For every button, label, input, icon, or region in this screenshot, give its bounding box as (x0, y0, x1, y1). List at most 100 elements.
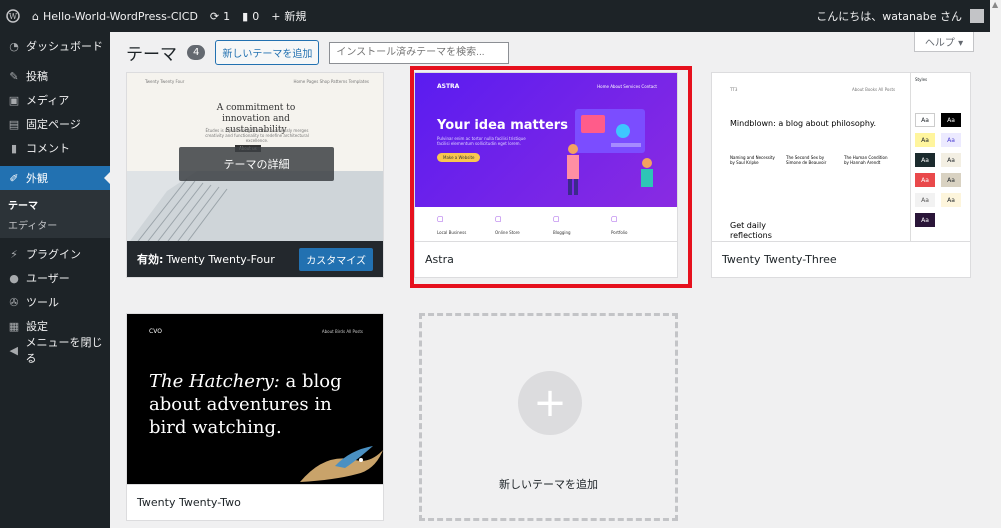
dashboard-icon: ◔ (9, 39, 19, 53)
menu-label: 外観 (26, 172, 48, 185)
comment-icon: ▮ (10, 141, 18, 155)
theme-screenshot: CVO About Birds All Posts The Hatchery: … (127, 314, 383, 486)
site-name-link[interactable]: ⌂ Hello-World-WordPress-CICD (26, 0, 204, 32)
theme-screenshot: TT3 About Books All Posts Mindblown: a b… (712, 73, 970, 245)
collapse-icon: ◀ (9, 343, 18, 357)
preview-nav: Home Pages Shop Patterns Templates (293, 79, 369, 84)
astra-features: ▢ Local Business ▢ Online Store ▢ Bloggi… (415, 207, 677, 245)
plus-icon: + (518, 371, 582, 435)
styles-title: Styles (915, 77, 928, 82)
style-swatch: Aa (915, 213, 935, 227)
comments-count: 0 (252, 9, 260, 23)
preview-nav: Home About Services Contact (597, 84, 657, 89)
brush-icon: ✐ (9, 171, 19, 185)
preview-sub: Études is a pioneering firm that seamles… (205, 128, 309, 143)
menu-label: 固定ページ (26, 118, 81, 131)
menu-label: 設定 (26, 320, 48, 333)
menu-collapse[interactable]: ◀ メニューを閉じる (0, 336, 110, 365)
home-icon: ⌂ (32, 9, 39, 23)
greeting: こんにちは、watanabe さん (816, 10, 962, 23)
preview-nav: About Birds All Posts (321, 329, 363, 334)
svg-text:W: W (9, 12, 18, 21)
menu-tools[interactable]: ✇ ツール (0, 290, 110, 314)
theme-caption: Twenty Twenty-Three (712, 241, 970, 277)
submenu-editor[interactable]: エディター (0, 214, 110, 234)
theme-name: Twenty Twenty-Four (166, 252, 275, 266)
preview-illustration (567, 109, 653, 195)
customize-button[interactable]: カスタマイズ (299, 247, 373, 271)
headline-italic: The Hatchery: (149, 371, 280, 392)
preview-post: The Human Condition by Hannah Arendt (844, 155, 888, 165)
menu-plugins[interactable]: ⚡ プラグイン (0, 242, 110, 266)
style-swatch: Aa (915, 113, 935, 127)
theme-screenshot: Twenty Twenty Four Home Pages Shop Patte… (127, 73, 383, 245)
menu-users[interactable]: ● ユーザー (0, 266, 110, 290)
new-content-link[interactable]: + 新規 (265, 0, 312, 32)
theme-card-twenty-twenty-four[interactable]: Twenty Twenty Four Home Pages Shop Patte… (126, 72, 384, 278)
admin-sidebar: ◔ ダッシュボード ✎ 投稿 ▣ メディア ▤ 固定ページ ▮ コメント ✐ 外観 テーマ … (0, 32, 110, 528)
theme-caption: 有効: Twenty Twenty-Four カスタマイズ (127, 241, 383, 277)
menu-comments[interactable]: ▮ コメント (0, 136, 110, 160)
theme-card-astra[interactable]: ASTRA Home About Services Contact Your i… (414, 72, 678, 278)
menu-label: メディア (26, 94, 70, 107)
refresh-icon: ⟳ (209, 9, 220, 23)
new-label: 新規 (284, 10, 307, 23)
page-icon: ▤ (8, 117, 20, 131)
menu-appearance[interactable]: ✐ 外観 (0, 166, 110, 190)
comments-link[interactable]: ▮ 0 (236, 0, 265, 32)
preview-footer: Get daily reflections (730, 221, 772, 240)
menu-label: ツール (26, 296, 59, 309)
scrollbar[interactable]: ▲ (990, 0, 1001, 528)
styles-panel: Styles Aa Aa Aa Aa Aa Aa Aa Aa Aa Aa Aa (910, 73, 970, 245)
style-swatch: Aa (941, 113, 961, 127)
preview-headline: Mindblown: a blog about philosophy. (730, 119, 877, 128)
updates-count: 1 (223, 9, 231, 23)
preview-brand: Twenty Twenty Four (145, 79, 185, 84)
page-title: テーマ (126, 45, 177, 65)
settings-icon: ▦ (8, 319, 20, 333)
account-menu[interactable]: こんにちは、watanabe さん (810, 0, 990, 32)
wordpress-icon: W (6, 9, 20, 23)
add-new-theme-card[interactable]: + 新しいテーマを追加 (419, 313, 678, 521)
menu-pages[interactable]: ▤ 固定ページ (0, 112, 110, 136)
avatar (970, 9, 984, 23)
add-new-theme-label: 新しいテーマを追加 (499, 478, 598, 491)
updates-link[interactable]: ⟳ 1 (204, 0, 236, 32)
wp-logo[interactable]: W (0, 0, 26, 32)
menu-dashboard[interactable]: ◔ ダッシュボード (0, 34, 110, 58)
add-theme-button[interactable]: 新しいテーマを追加 (215, 40, 320, 65)
menu-label: コメント (26, 142, 70, 155)
style-swatch: Aa (941, 173, 961, 187)
scroll-up-icon[interactable]: ▲ (992, 0, 999, 10)
style-swatch: Aa (941, 133, 961, 147)
menu-label: プラグイン (26, 248, 81, 261)
feature-label: Blogging (553, 230, 571, 235)
plugin-icon: ⚡ (10, 247, 18, 261)
preview-building-image (127, 171, 383, 245)
theme-details-button[interactable]: テーマの詳細 (179, 147, 334, 181)
user-icon: ● (9, 271, 19, 285)
preview-post: Naming and Necessity by Saul Kripke (730, 155, 775, 165)
style-swatch: Aa (915, 193, 935, 207)
feature-label: Local Business (437, 230, 467, 235)
style-swatch: Aa (941, 153, 961, 167)
theme-name: Astra (425, 253, 454, 266)
plus-icon: + (271, 9, 281, 23)
theme-card-twenty-twenty-three[interactable]: TT3 About Books All Posts Mindblown: a b… (711, 72, 971, 278)
theme-count-badge: 4 (187, 45, 206, 60)
feature-label: Portfolio (611, 230, 628, 235)
menu-posts[interactable]: ✎ 投稿 (0, 64, 110, 88)
submenu-themes[interactable]: テーマ (0, 194, 110, 214)
preview-sub: Pulvinar enim ac tortor nulla facilisi t… (437, 136, 526, 146)
help-tab[interactable]: ヘルプ ▾ (914, 32, 974, 52)
feature-icon: ▢ (437, 215, 444, 223)
theme-card-twenty-twenty-two[interactable]: CVO About Birds All Posts The Hatchery: … (126, 313, 384, 521)
media-icon: ▣ (8, 93, 20, 107)
pin-icon: ✎ (9, 69, 19, 83)
menu-media[interactable]: ▣ メディア (0, 88, 110, 112)
feature-label: Online Store (495, 230, 520, 235)
menu-label: ユーザー (26, 272, 70, 285)
page-header: テーマ 4 新しいテーマを追加 (126, 40, 510, 65)
theme-search-input[interactable] (329, 41, 510, 64)
style-swatch: Aa (915, 173, 935, 187)
